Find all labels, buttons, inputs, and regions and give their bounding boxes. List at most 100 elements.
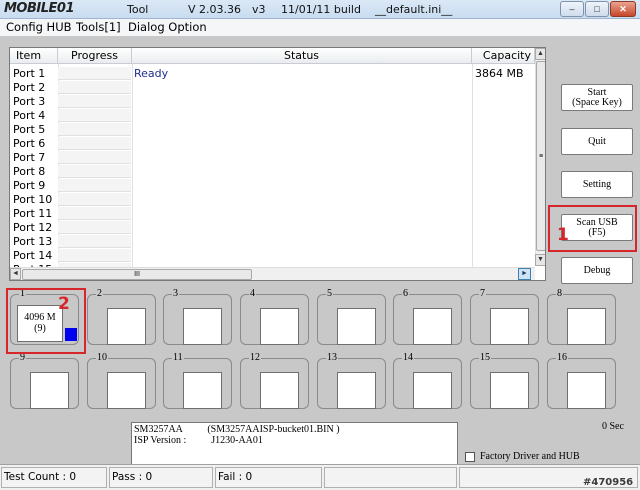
slot-empty-box[interactable] <box>490 308 529 345</box>
slot-empty-box[interactable] <box>260 372 299 409</box>
port-slot-5[interactable]: 5 <box>317 289 386 345</box>
pass-count: Pass : 0 <box>109 467 213 488</box>
menu-config-hub[interactable]: Config HUB <box>6 20 72 34</box>
slot-number: 9 <box>19 352 26 363</box>
slot-empty-box[interactable] <box>337 308 376 345</box>
minimize-button[interactable]: – <box>560 1 584 17</box>
slot-number: 8 <box>556 288 563 299</box>
setting-button[interactable]: Setting <box>561 171 633 198</box>
start-button-shortcut: (Space Key) <box>572 97 622 108</box>
status-panel <box>324 467 457 488</box>
version-variant: v3 <box>252 3 266 16</box>
port-row-progress <box>58 207 131 220</box>
slot-empty-box[interactable] <box>567 372 606 409</box>
port-row-progress <box>58 109 131 122</box>
slot-empty-box[interactable] <box>183 308 222 345</box>
port-row[interactable]: Port 6 <box>10 137 530 151</box>
close-button[interactable]: ✕ <box>610 1 636 17</box>
firmware-info-box: SM3257AA (SM3257AAISP-bucket01.BIN ) ISP … <box>131 422 458 466</box>
port-slot-4[interactable]: 4 <box>240 289 309 345</box>
slot-empty-box[interactable] <box>567 308 606 345</box>
port-row[interactable]: Port 9 <box>10 179 530 193</box>
port-row-item: Port 6 <box>13 137 46 150</box>
slot-empty-box[interactable] <box>107 372 146 409</box>
port-list[interactable]: Item Progress Status Capacity Port 1 Read… <box>9 47 546 281</box>
col-header-capacity[interactable]: Capacity <box>472 48 535 64</box>
port-slot-2[interactable]: 2 <box>87 289 156 345</box>
slot-number: 14 <box>402 352 414 363</box>
port-row[interactable]: Port 5 <box>10 123 530 137</box>
port-row-capacity: 3864 MB <box>475 67 524 80</box>
port-row[interactable]: Port 10 <box>10 193 530 207</box>
port-row-progress <box>58 221 131 234</box>
port-row-item: Port 9 <box>13 179 46 192</box>
scroll-left-icon[interactable]: ◄ <box>10 268 21 280</box>
quit-button[interactable]: Quit <box>561 128 633 155</box>
slot-empty-box[interactable] <box>413 372 452 409</box>
port-slot-13[interactable]: 13 <box>317 353 386 409</box>
col-header-item[interactable]: Item <box>10 48 58 64</box>
slot-empty-box[interactable] <box>30 372 69 409</box>
port-slot-16[interactable]: 16 <box>547 353 616 409</box>
port-row[interactable]: Port 7 <box>10 151 530 165</box>
slot-empty-box[interactable] <box>490 372 529 409</box>
menu-bar: Config HUB Tools[1] Dialog Option <box>0 19 640 36</box>
build-date: 11/01/11 build <box>281 3 361 16</box>
fail-count: Fail : 0 <box>215 467 322 488</box>
maximize-button[interactable]: □ <box>585 1 609 17</box>
firmware-line: SM3257AA (SM3257AAISP-bucket01.BIN ) <box>134 424 340 435</box>
slot-empty-box[interactable] <box>413 308 452 345</box>
port-row-progress <box>58 193 131 206</box>
port-slot-8[interactable]: 8 <box>547 289 616 345</box>
slot-empty-box[interactable] <box>260 308 299 345</box>
version-label: V 2.03.36 <box>188 3 242 16</box>
port-row[interactable]: Port 4 <box>10 109 530 123</box>
port-row-progress <box>58 137 131 150</box>
port-slot-7[interactable]: 7 <box>470 289 539 345</box>
port-slot-12[interactable]: 12 <box>240 353 309 409</box>
port-slot-15[interactable]: 15 <box>470 353 539 409</box>
elapsed-seconds: 0 Sec <box>602 421 624 432</box>
port-row[interactable]: Port 14 <box>10 249 530 263</box>
slot-empty-box[interactable] <box>337 372 376 409</box>
slot-empty-box[interactable] <box>107 308 146 345</box>
port-slot-14[interactable]: 14 <box>393 353 462 409</box>
isp-version-line: ISP Version : J1230-AA01 <box>134 435 263 446</box>
scroll-right-icon[interactable]: ► <box>518 268 531 280</box>
port-row[interactable]: Port 2 <box>10 81 530 95</box>
slot-number: 12 <box>249 352 261 363</box>
port-slot-3[interactable]: 3 <box>163 289 232 345</box>
vertical-scrollbar[interactable]: ▲ ≡ ▼ <box>535 48 545 266</box>
port-row-progress <box>58 165 131 178</box>
slot-number: 16 <box>556 352 568 363</box>
col-header-progress[interactable]: Progress <box>58 48 132 64</box>
port-row-progress <box>58 249 131 262</box>
slot-number: 3 <box>172 288 179 299</box>
port-slot-6[interactable]: 6 <box>393 289 462 345</box>
horizontal-scroll-thumb[interactable]: III <box>22 269 252 280</box>
port-row[interactable]: Port 3 <box>10 95 530 109</box>
col-header-status[interactable]: Status <box>132 48 472 64</box>
menu-tools[interactable]: Tools[1] <box>76 20 121 34</box>
scroll-down-icon[interactable]: ▼ <box>535 254 545 266</box>
port-slot-10[interactable]: 10 <box>87 353 156 409</box>
menu-dialog-option[interactable]: Dialog Option <box>128 20 207 34</box>
start-button[interactable]: Start (Space Key) <box>561 84 633 111</box>
port-slot-9[interactable]: 9 <box>10 353 79 409</box>
port-slot-11[interactable]: 11 <box>163 353 232 409</box>
debug-button[interactable]: Debug <box>561 257 633 284</box>
port-row[interactable]: Port 1 Ready 3864 MB <box>10 67 530 81</box>
slot-empty-box[interactable] <box>183 372 222 409</box>
port-row-progress <box>58 95 131 108</box>
vertical-scroll-thumb[interactable]: ≡ <box>536 61 545 251</box>
horizontal-scrollbar[interactable]: ◄ III ► <box>10 267 535 280</box>
port-row-progress <box>58 179 131 192</box>
port-row[interactable]: Port 12 <box>10 221 530 235</box>
scroll-up-icon[interactable]: ▲ <box>535 48 545 60</box>
slot-1-highlight <box>6 288 86 354</box>
port-row[interactable]: Port 8 <box>10 165 530 179</box>
factory-driver-checkbox[interactable] <box>465 452 475 462</box>
port-row[interactable]: Port 13 <box>10 235 530 249</box>
port-row[interactable]: Port 11 <box>10 207 530 221</box>
ini-file: __default.ini__ <box>375 3 453 16</box>
